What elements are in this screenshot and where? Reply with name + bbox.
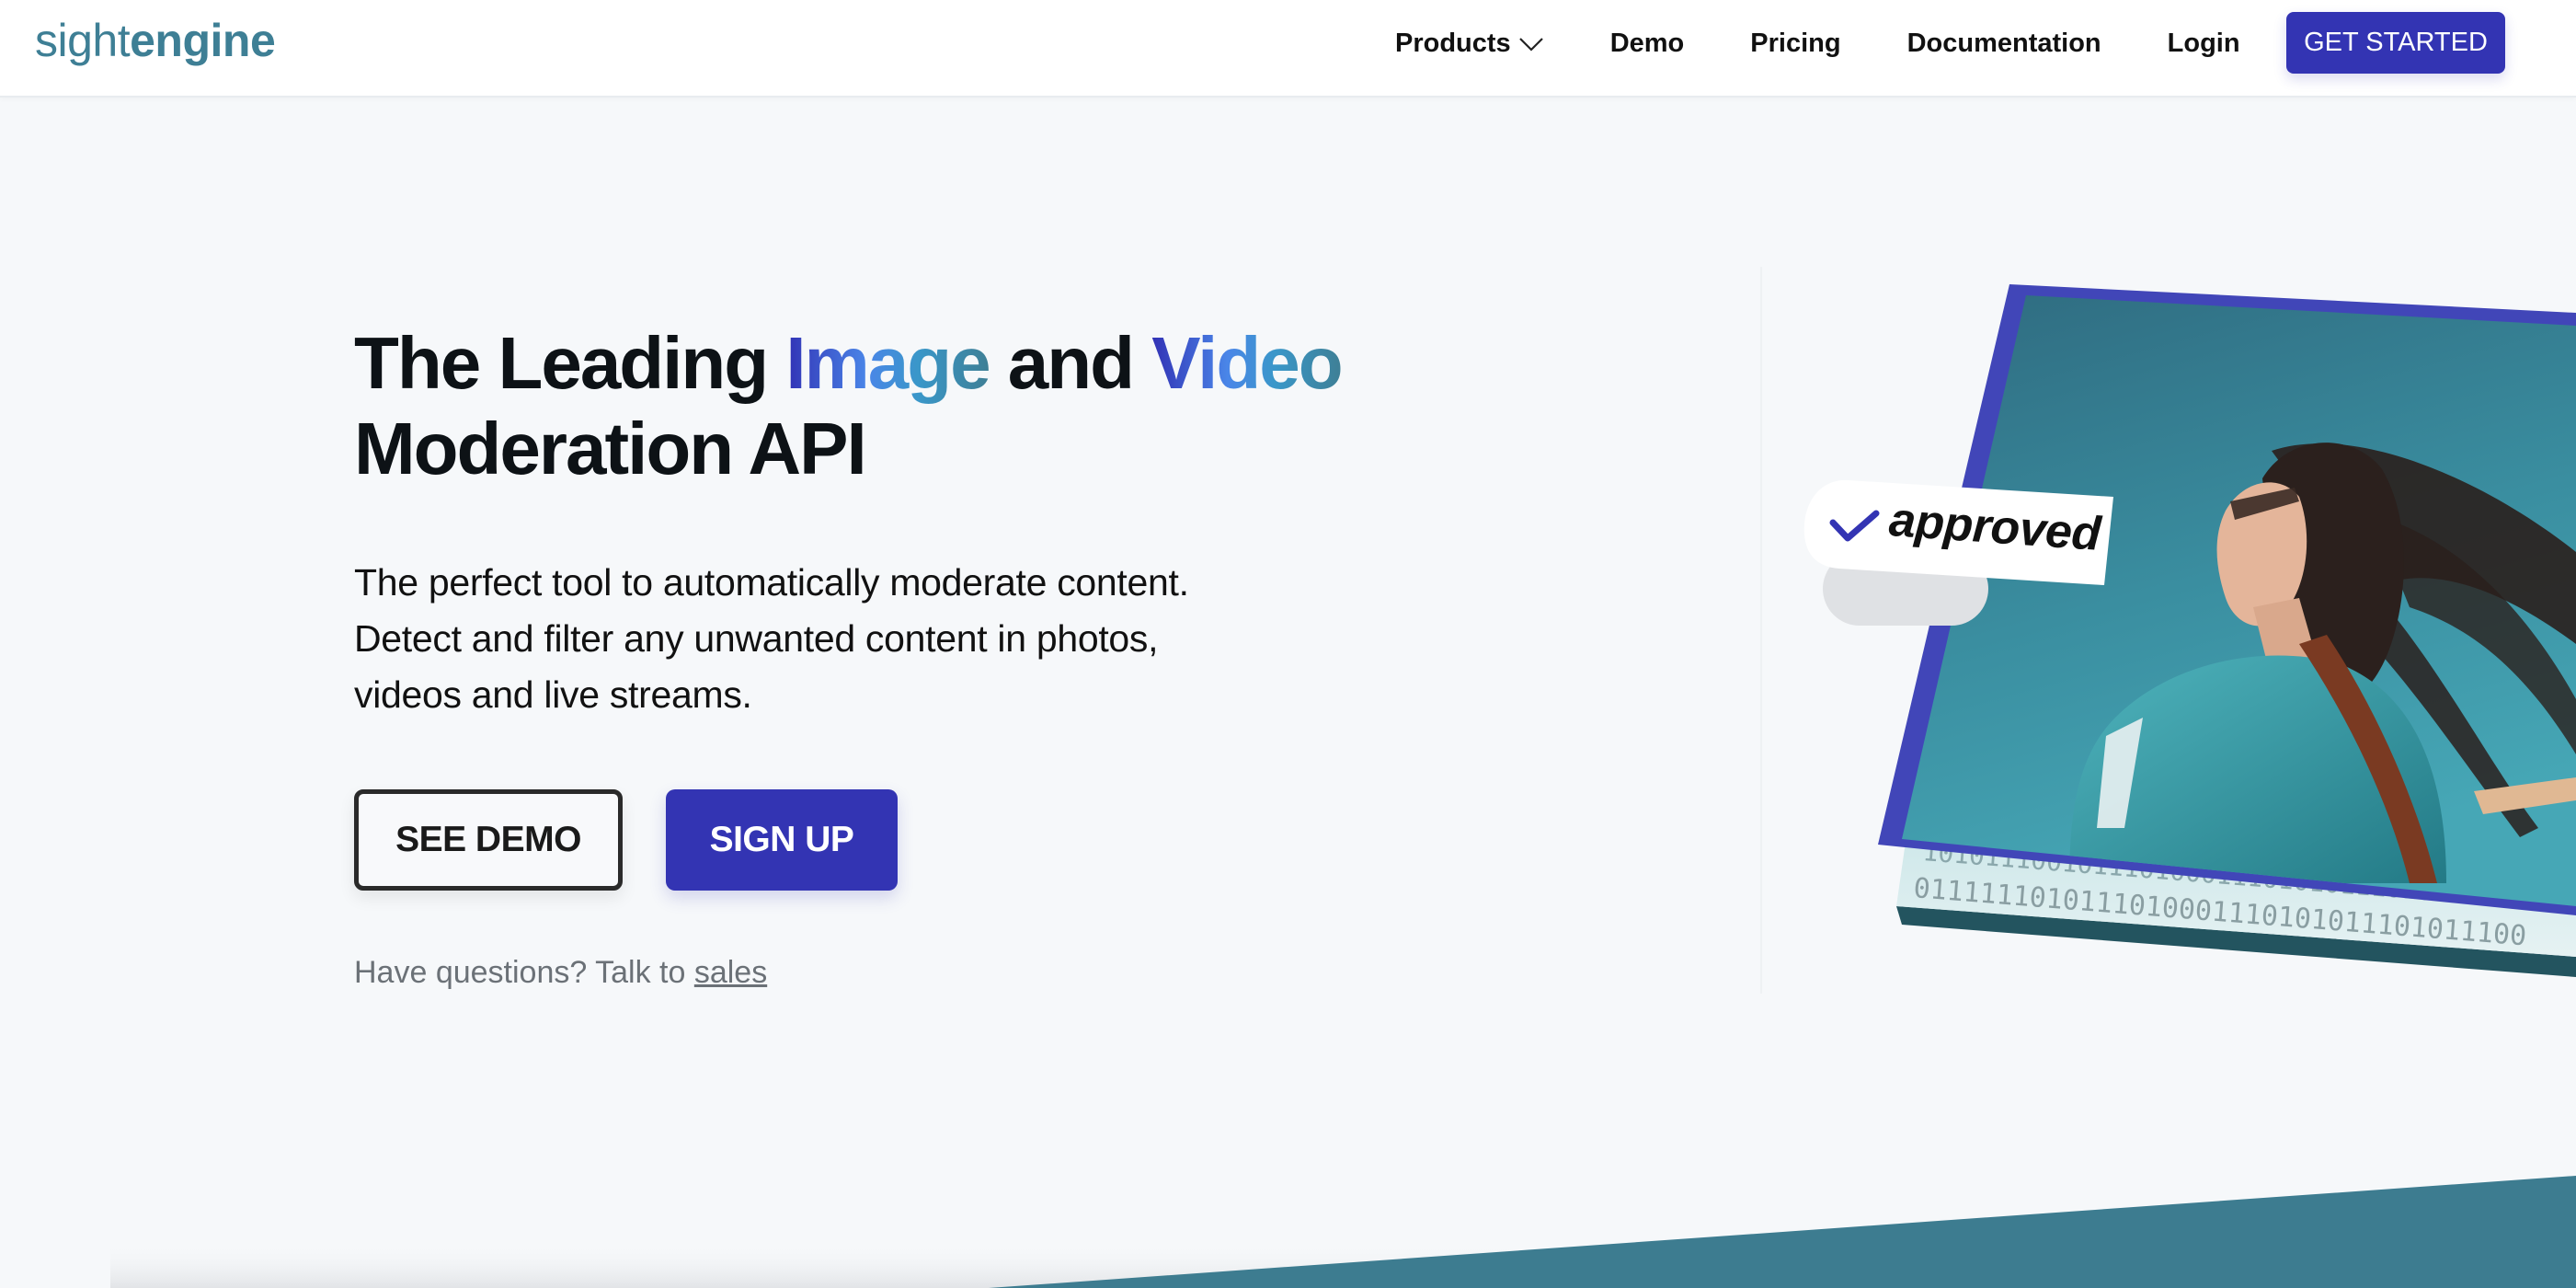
hero-title-video: Video [1151, 322, 1343, 404]
hero-title: The Leading Image and Video Moderation A… [354, 320, 1344, 491]
nav-products[interactable]: Products [1395, 29, 1544, 59]
approved-label: approved [1887, 493, 2102, 561]
sales-link[interactable]: sales [694, 955, 767, 990]
check-icon [1829, 510, 1880, 542]
nav-links: Products Demo Pricing Documentation Logi… [1395, 0, 2307, 86]
hero-description: The perfect tool to automatically modera… [354, 561, 1189, 716]
slab-top [1896, 842, 2576, 957]
logo[interactable]: sightengine [35, 13, 276, 68]
photo-frame [1878, 284, 2576, 915]
hero-title-image: Image [785, 322, 990, 404]
nav-login[interactable]: Login [2168, 29, 2240, 59]
badge-shadow [1823, 552, 1988, 626]
logo-bold: engine [130, 15, 276, 66]
logo-light: sight [35, 15, 131, 66]
hero-title-part2: and [989, 322, 1152, 404]
bottom-section-wedge [110, 1176, 2576, 1288]
photo-sky [1902, 295, 2576, 906]
hero-title-line2: Moderation API [354, 408, 867, 489]
slab-side [1896, 906, 2576, 977]
navbar: sightengine Products Demo Pricing Docume… [0, 0, 2576, 98]
sign-up-button[interactable]: SIGN UP [666, 789, 898, 891]
questions-text: Have questions? Talk to sales [354, 955, 767, 991]
hero-title-part1: The Leading [354, 322, 786, 404]
nav-documentation[interactable]: Documentation [1907, 29, 2101, 59]
photo-person [2069, 443, 2576, 883]
see-demo-button[interactable]: SEE DEMO [354, 789, 623, 891]
chevron-down-icon [1518, 38, 1543, 52]
nav-demo[interactable]: Demo [1610, 29, 1685, 59]
questions-prefix: Have questions? Talk to [354, 955, 694, 990]
binary-row2: 0111111010111010001110101011101011100 [1912, 872, 2527, 952]
binary-row1: 10101110010111010001110101011101011100 [1921, 836, 2511, 913]
nav-products-label: Products [1395, 28, 1511, 58]
get-started-button[interactable]: GET STARTED [2286, 12, 2505, 74]
illustration-divider [1760, 267, 1762, 994]
nav-pricing[interactable]: Pricing [1750, 29, 1840, 59]
